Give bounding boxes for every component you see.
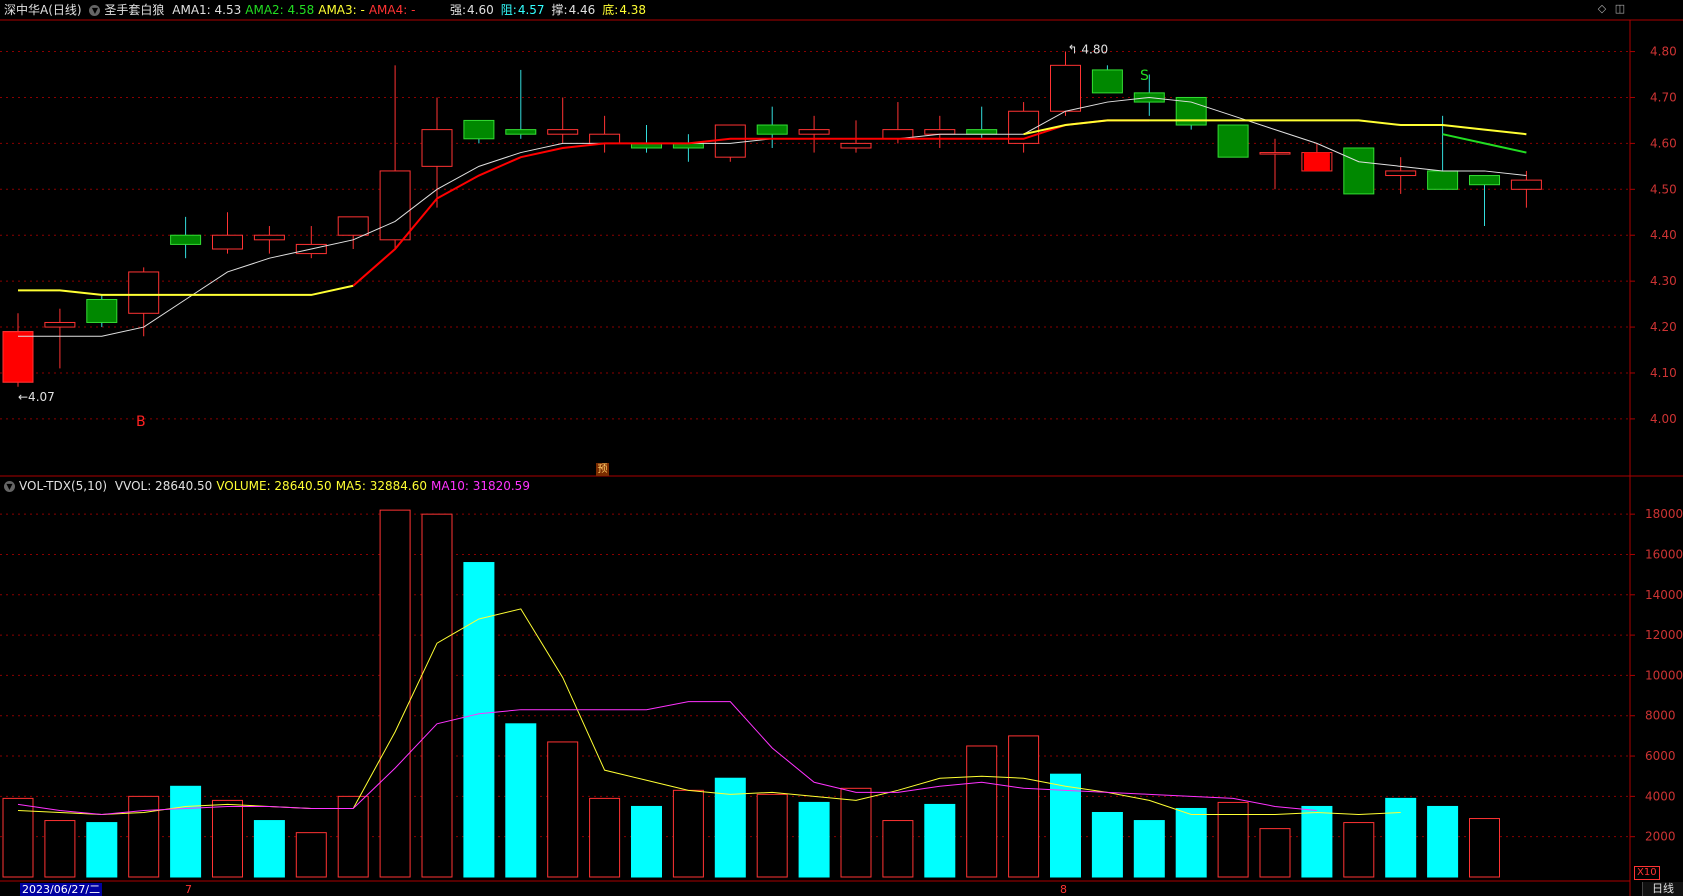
volume-bar xyxy=(253,820,285,878)
month-8-mark: 8 xyxy=(1060,883,1067,896)
volume-tick-label: 12000 xyxy=(1645,628,1683,642)
candle-body xyxy=(714,124,746,158)
buy-signal: B xyxy=(136,414,146,430)
candle-body xyxy=(1217,124,1249,158)
candle-body xyxy=(840,142,872,149)
period-button[interactable]: 日线 xyxy=(1642,882,1683,896)
volume-bar xyxy=(1469,818,1500,878)
volume-bar xyxy=(1427,805,1459,878)
candle-body xyxy=(337,216,369,236)
candle-body xyxy=(1050,64,1081,112)
price-tick-label: 4.30 xyxy=(1650,274,1677,288)
volume-bar xyxy=(547,741,579,878)
volume-bar xyxy=(2,797,34,878)
volume-bar xyxy=(924,803,956,878)
volume-tick-label: 14000 xyxy=(1645,588,1683,602)
candle-body xyxy=(1385,170,1417,177)
volume-tick-label: 10000 xyxy=(1645,668,1683,682)
volume-bar xyxy=(1008,735,1040,878)
forecast-marker[interactable]: 预 xyxy=(596,463,609,476)
volume-bar xyxy=(631,805,662,878)
candle-body xyxy=(1469,175,1500,186)
volume-bar xyxy=(1259,828,1291,878)
line-AMA2 xyxy=(1023,119,1527,136)
volume-bar xyxy=(1301,805,1333,878)
price-tick-label: 4.70 xyxy=(1650,90,1677,104)
volume-bar xyxy=(756,793,788,878)
volume-bar xyxy=(86,822,118,878)
high-price-label: ↰ 4.80 xyxy=(1068,43,1109,57)
volume-ma5 xyxy=(17,608,1401,816)
price-tick-label: 4.00 xyxy=(1650,412,1677,426)
price-tick-label: 4.60 xyxy=(1650,136,1677,150)
candle-body xyxy=(924,129,956,135)
volume-bar xyxy=(1217,801,1249,878)
volume-bar xyxy=(966,745,998,878)
candle-body xyxy=(253,234,285,241)
volume-bar xyxy=(128,795,160,878)
price-tick-label: 4.20 xyxy=(1650,320,1677,334)
volume-bar xyxy=(1175,807,1207,878)
volume-bar xyxy=(882,820,914,878)
price-tick-label: 4.40 xyxy=(1650,228,1677,242)
line-AMA2 xyxy=(18,284,354,296)
volume-bar xyxy=(170,785,202,878)
month-7-mark: 7 xyxy=(185,883,192,896)
candle-body xyxy=(1091,69,1123,94)
volume-bar xyxy=(1133,820,1165,878)
volume-tick-label: 6000 xyxy=(1645,749,1676,763)
candle-body-filled xyxy=(2,331,34,383)
price-tick-label: 4.80 xyxy=(1650,45,1677,59)
volume-bar xyxy=(1343,822,1375,878)
volume-bar xyxy=(798,801,830,878)
candle-body xyxy=(547,129,579,135)
volume-ma10 xyxy=(17,701,1317,816)
volume-tick-label: 8000 xyxy=(1645,709,1676,723)
candle-body xyxy=(1427,170,1459,190)
candle-body-filled xyxy=(1303,152,1330,171)
kline-chart[interactable]: 4.00 4.10 4.20 4.30 4.40 4.50 4.60 4.70 4.80 ←4.0… xyxy=(0,0,1683,896)
volume-tick-label: 4000 xyxy=(1645,789,1676,803)
candle-body xyxy=(212,234,243,250)
candle-body xyxy=(589,133,621,144)
candle-body xyxy=(463,119,495,140)
price-tick-label: 4.10 xyxy=(1650,366,1677,380)
line-AMA2 xyxy=(352,119,1150,287)
volume-bar xyxy=(589,797,621,878)
low-price-label: ←4.07 xyxy=(18,390,55,404)
candle-body xyxy=(756,124,788,135)
volume-bar xyxy=(421,513,453,878)
volume-bar xyxy=(672,789,704,878)
volume-bar xyxy=(840,787,872,878)
cursor-date: 2023/06/27/二 xyxy=(20,883,103,896)
candle-body xyxy=(128,271,160,314)
candle-body xyxy=(798,129,830,135)
volume-bar xyxy=(379,509,411,878)
zoom-button[interactable]: X10 xyxy=(1634,866,1660,880)
candle-body xyxy=(379,170,411,241)
volume-tick-label: 18000 xyxy=(1645,507,1683,521)
candle-body xyxy=(421,129,453,167)
volume-bar xyxy=(505,723,537,878)
candle-body xyxy=(1343,147,1375,195)
volume-bar xyxy=(463,562,495,878)
volume-bar xyxy=(212,799,243,878)
volume-bar xyxy=(44,820,76,878)
volume-tick-label: 2000 xyxy=(1645,830,1676,844)
volume-bar xyxy=(295,832,327,878)
price-tick-label: 4.50 xyxy=(1650,182,1677,196)
candle-body xyxy=(505,129,537,135)
candle-body xyxy=(966,129,998,135)
volume-bar xyxy=(1091,811,1123,878)
candle-body xyxy=(170,234,202,245)
candle-body xyxy=(1259,152,1291,155)
candle-body xyxy=(86,299,118,323)
volume-tick-label: 16000 xyxy=(1645,547,1683,561)
candle-body xyxy=(1510,179,1542,190)
candle-body xyxy=(44,321,76,328)
volume-bar xyxy=(1385,797,1417,878)
sell-signal: S xyxy=(1140,68,1149,84)
